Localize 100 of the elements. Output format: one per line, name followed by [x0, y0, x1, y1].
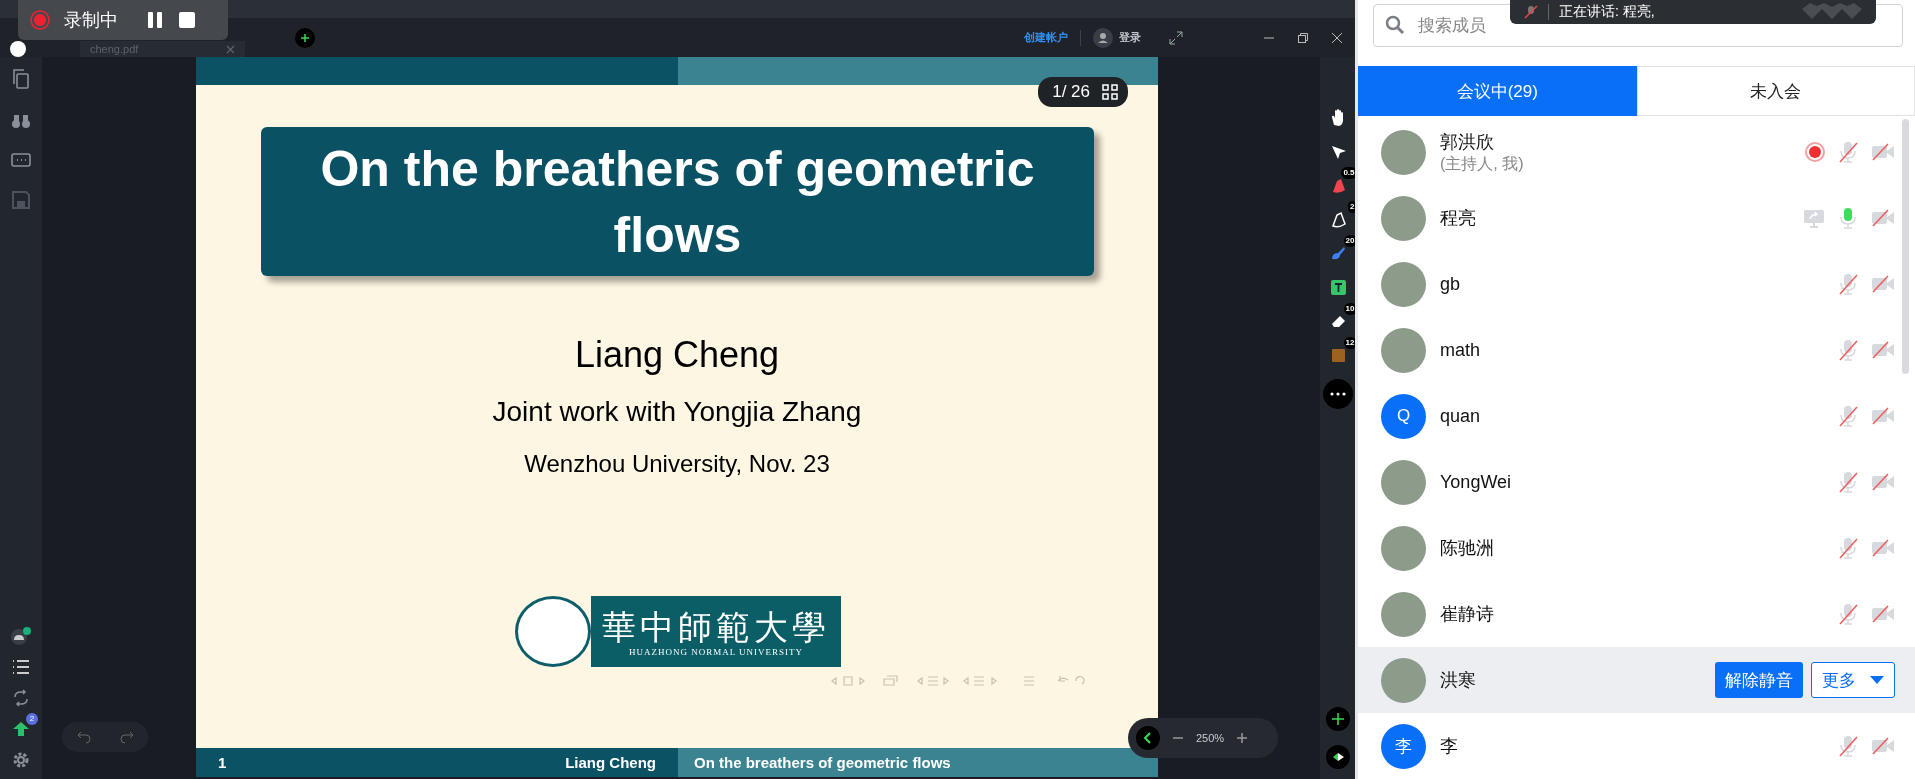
back-icon[interactable] — [1136, 726, 1160, 750]
add-icon[interactable] — [1325, 707, 1350, 731]
photo-placeholder — [1381, 261, 1426, 307]
search-icon — [1385, 15, 1405, 35]
more-icon[interactable] — [1329, 392, 1346, 396]
photo-placeholder — [1381, 657, 1426, 703]
redo-icon[interactable] — [119, 730, 134, 744]
member-row[interactable]: YongWei — [1358, 449, 1915, 515]
camera-off-icon[interactable] — [1871, 143, 1895, 161]
scrollbar[interactable] — [1902, 119, 1909, 374]
member-name: YongWei — [1440, 471, 1513, 493]
fullscreen-icon[interactable] — [1169, 30, 1183, 45]
muted-microphone-icon[interactable] — [1837, 470, 1859, 494]
page-indicator[interactable]: 1/ 26 — [1038, 77, 1128, 107]
muted-microphone-icon[interactable] — [1837, 404, 1859, 428]
camera-off-icon[interactable] — [1871, 209, 1895, 227]
play-icon[interactable] — [1325, 745, 1350, 769]
member-name: gb — [1440, 273, 1462, 295]
slide-venue: Wenzhou University, Nov. 23 — [523, 450, 831, 478]
muted-microphone-icon[interactable] — [1837, 338, 1859, 362]
muted-microphone-icon[interactable] — [1837, 734, 1859, 758]
photo-placeholder — [1381, 129, 1426, 175]
speaking-text: 正在讲话: 程亮, — [1559, 3, 1655, 21]
login-link[interactable]: 登录 — [1119, 30, 1141, 45]
avatar-circle: 李 — [1381, 723, 1426, 769]
muted-microphone-icon[interactable] — [1837, 140, 1859, 164]
slide-title: On the breathers of geometric flows — [319, 139, 1036, 265]
camera-off-icon[interactable] — [1871, 473, 1895, 491]
swap-icon[interactable] — [12, 689, 30, 707]
camera-off-icon[interactable] — [1871, 275, 1895, 293]
member-row[interactable]: 陈驰洲 — [1358, 515, 1915, 581]
more-tools-button[interactable] — [1322, 379, 1353, 409]
footer-page-number: 1 — [218, 754, 227, 771]
record-icon[interactable] — [30, 10, 50, 30]
camera-off-icon[interactable] — [1871, 737, 1895, 755]
tool-size-badge: 2 — [1348, 201, 1357, 213]
member-name: 李 — [1440, 735, 1459, 758]
caret-icon — [1870, 676, 1884, 684]
footer-author: Liang Cheng — [565, 754, 656, 771]
settings-icon[interactable] — [12, 751, 30, 769]
university-name-english: HUAZHONG NORMAL UNIVERSITY — [628, 646, 804, 657]
member-row[interactable]: 程亮 — [1358, 185, 1915, 251]
camera-off-icon[interactable] — [1871, 407, 1895, 425]
list-icon[interactable] — [11, 659, 31, 675]
create-account-link[interactable]: 创建帐户 — [1024, 30, 1068, 45]
camera-off-icon[interactable] — [1871, 539, 1895, 557]
app-logo-icon[interactable] — [10, 41, 26, 57]
photo-placeholder — [1381, 327, 1426, 373]
close-icon[interactable] — [1331, 31, 1343, 44]
member-name: 程亮 — [1440, 207, 1477, 230]
restore-icon[interactable] — [1297, 31, 1309, 44]
photo-placeholder — [1381, 591, 1426, 637]
member-row[interactable]: gb — [1358, 251, 1915, 317]
keyboard-icon[interactable] — [11, 153, 31, 167]
zoom-level: 250% — [1196, 732, 1225, 744]
cloud-check-icon[interactable] — [10, 627, 32, 645]
zoom-in-icon[interactable] — [1236, 732, 1249, 744]
member-row[interactable]: 李 李 — [1358, 713, 1915, 779]
camera-off-icon[interactable] — [1871, 605, 1895, 623]
camera-off-icon[interactable] — [1871, 341, 1895, 359]
muted-microphone-icon[interactable] — [1837, 536, 1859, 560]
upload-count: 2 — [26, 713, 38, 725]
unmute-button[interactable]: 解除静音 — [1715, 662, 1803, 698]
muted-microphone-icon[interactable] — [1837, 272, 1859, 296]
add-tab-icon[interactable] — [295, 27, 315, 48]
member-name: math — [1440, 339, 1482, 361]
more-button[interactable]: 更多 — [1811, 662, 1895, 698]
member-row[interactable]: 郭洪欣 (主持人, 我) — [1358, 119, 1915, 185]
save-icon[interactable] — [12, 191, 30, 209]
recording-label: 录制中 — [64, 9, 118, 32]
avatar-circle: Q — [1381, 393, 1426, 439]
muted-microphone-icon — [1524, 5, 1538, 19]
member-tab[interactable]: 未入会 — [1636, 66, 1915, 116]
page-number: 1/ 26 — [1052, 82, 1090, 102]
member-row[interactable]: Q quan — [1358, 383, 1915, 449]
undo-icon[interactable] — [76, 730, 91, 744]
member-row[interactable]: 洪寒 解除静音 更多 — [1358, 647, 1915, 713]
member-name: 崔静诗 — [1440, 603, 1495, 626]
member-row[interactable]: math — [1358, 317, 1915, 383]
stop-icon[interactable] — [178, 11, 196, 29]
slide-author: Liang Cheng — [573, 334, 781, 376]
binoculars-icon[interactable] — [11, 113, 31, 129]
member-tab[interactable]: 会议中(29) — [1358, 66, 1637, 116]
member-name: 郭洪欣 — [1440, 130, 1495, 154]
upload-icon[interactable] — [12, 721, 30, 737]
user-icon[interactable] — [1093, 27, 1113, 48]
photo-placeholder — [1381, 525, 1426, 571]
photo-placeholder — [1381, 195, 1426, 241]
copy-icon[interactable] — [12, 69, 30, 89]
footer-title: On the breathers of geometric flows — [694, 754, 951, 771]
grid-icon[interactable] — [1102, 84, 1118, 100]
member-name: quan — [1440, 405, 1482, 427]
member-name: 洪寒 — [1440, 669, 1477, 692]
member-role: (主持人, 我) — [1440, 153, 1525, 174]
photo-placeholder — [1381, 459, 1426, 505]
slide-subtitle: Joint work with Yongjia Zhang — [491, 396, 863, 428]
member-name: 陈驰洲 — [1440, 537, 1495, 560]
muted-microphone-icon[interactable] — [1837, 602, 1859, 626]
member-row[interactable]: 崔静诗 — [1358, 581, 1915, 647]
pause-icon[interactable] — [146, 10, 164, 30]
